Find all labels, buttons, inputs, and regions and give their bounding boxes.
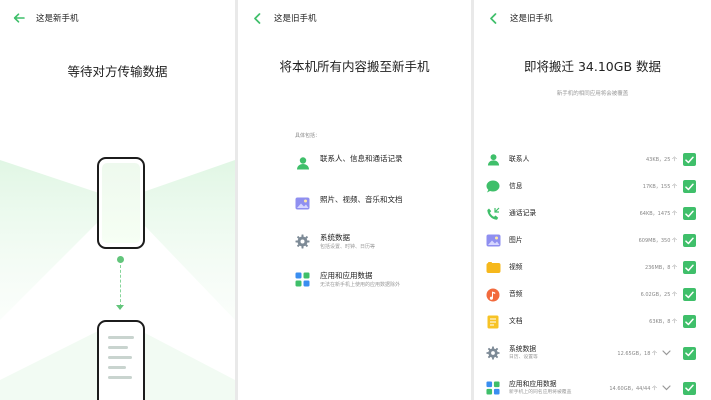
overwrite-notice: 新手机的相同应用将会被覆盖 bbox=[556, 91, 629, 97]
row-checkbox[interactable] bbox=[683, 346, 696, 360]
row-label: 系统数据 bbox=[509, 344, 537, 353]
item-title: 应用和应用数据 bbox=[320, 271, 373, 280]
screenshot-collage: 这是新手机 等待对方传输数据 这是旧手机 将本机所有内容搬至新手机 具体包括： … bbox=[0, 0, 711, 400]
transfer-row-apps[interactable]: 应用和应用数据 新手机上的同名应用将被覆盖 14.60GB，44/44 个 bbox=[474, 373, 711, 400]
content-item-media: 照片、视频、音乐和文档 bbox=[294, 195, 403, 212]
transfer-row-images[interactable]: 图片 609MB，350 个 bbox=[474, 227, 711, 254]
transfer-row-audio[interactable]: 音频 6.02GB，25 个 bbox=[474, 281, 711, 308]
top-bar: 这是新手机 bbox=[10, 8, 227, 28]
message-icon bbox=[485, 179, 501, 195]
row-size: 609MB，350 个 bbox=[638, 238, 677, 244]
old-phone-intro-screen: 这是旧手机 将本机所有内容搬至新手机 具体包括： 联系人、信息和通话记录 照片、… bbox=[238, 0, 471, 400]
arrow-down-icon bbox=[116, 305, 124, 310]
row-checkbox[interactable] bbox=[683, 288, 696, 301]
video-icon bbox=[485, 260, 501, 276]
row-checkbox[interactable] bbox=[683, 207, 696, 220]
item-title: 系统数据 bbox=[320, 233, 350, 242]
transfer-row-messages[interactable]: 信息 17KB，155 个 bbox=[474, 173, 711, 200]
row-sublabel: 日历、设置等 bbox=[509, 354, 538, 360]
row-label: 信息 bbox=[509, 182, 523, 190]
top-bar: 这是旧手机 bbox=[248, 8, 463, 28]
old-phone-illustration bbox=[97, 320, 145, 400]
music-icon bbox=[485, 287, 501, 303]
item-title: 照片、视频、音乐和文档 bbox=[320, 195, 403, 204]
row-label: 文档 bbox=[509, 317, 523, 325]
contains-label: 具体包括： bbox=[295, 133, 321, 139]
row-sublabel: 新手机上的同名应用将被覆盖 bbox=[509, 389, 572, 395]
row-label: 联系人 bbox=[509, 155, 530, 163]
row-checkbox[interactable] bbox=[683, 315, 696, 328]
transfer-row-video[interactable]: 视频 236MB，8 个 bbox=[474, 254, 711, 281]
transfer-row-documents[interactable]: 文档 63KB，8 个 bbox=[474, 308, 711, 335]
row-label: 视频 bbox=[509, 263, 523, 271]
move-all-heading: 将本机所有内容搬至新手机 bbox=[279, 59, 430, 74]
photo-icon bbox=[294, 195, 311, 212]
row-size: 17KB，155 个 bbox=[642, 184, 677, 190]
waiting-heading: 等待对方传输数据 bbox=[67, 64, 168, 79]
row-checkbox[interactable] bbox=[683, 234, 696, 247]
row-checkbox[interactable] bbox=[683, 261, 696, 274]
item-subtitle: 包括设置、时钟、日历等 bbox=[320, 244, 376, 250]
back-arrow-icon[interactable] bbox=[10, 9, 28, 27]
transfer-row-system-data[interactable]: 系统数据 日历、设置等 12.65GB，18 个 bbox=[474, 338, 711, 368]
item-subtitle: 无法在新手机上使用的应用数据除外 bbox=[320, 282, 401, 288]
row-label: 音频 bbox=[509, 290, 523, 298]
transfer-size-heading: 即将搬迁 34.10GB 数据 bbox=[524, 59, 661, 74]
settings-gear-icon bbox=[294, 233, 311, 250]
page-title: 这是旧手机 bbox=[274, 14, 317, 24]
transfer-dashed-line bbox=[120, 265, 121, 307]
old-phone-select-screen: 这是旧手机 即将搬迁 34.10GB 数据 新手机的相同应用将会被覆盖 联系人 … bbox=[474, 0, 711, 400]
new-phone-illustration bbox=[97, 157, 145, 249]
apps-grid-icon bbox=[294, 271, 311, 288]
item-title: 联系人、信息和通话记录 bbox=[320, 154, 403, 163]
page-title: 这是新手机 bbox=[36, 14, 79, 24]
chevron-down-icon[interactable] bbox=[661, 348, 671, 358]
row-label: 应用和应用数据 bbox=[509, 379, 557, 388]
row-label: 通话记录 bbox=[509, 209, 537, 217]
content-item-system: 系统数据 包括设置、时钟、日历等 bbox=[294, 233, 375, 252]
chevron-down-icon[interactable] bbox=[661, 383, 671, 393]
apps-grid-icon bbox=[485, 380, 501, 396]
row-label: 图片 bbox=[509, 236, 523, 244]
back-chevron-icon[interactable] bbox=[248, 9, 266, 27]
row-checkbox[interactable] bbox=[683, 180, 696, 193]
transfer-row-call-log[interactable]: 通话记录 64KB，1475 个 bbox=[474, 200, 711, 227]
row-size: 63KB，8 个 bbox=[649, 319, 677, 325]
row-checkbox[interactable] bbox=[683, 381, 696, 395]
settings-gear-icon bbox=[485, 345, 501, 361]
call-log-icon bbox=[485, 206, 501, 222]
row-checkbox[interactable] bbox=[683, 153, 696, 166]
row-size: 6.02GB，25 个 bbox=[640, 292, 677, 298]
row-size: 64KB，1475 个 bbox=[639, 211, 677, 217]
page-title: 这是旧手机 bbox=[510, 14, 553, 24]
back-chevron-icon[interactable] bbox=[484, 9, 502, 27]
transfer-dot bbox=[117, 256, 124, 263]
contacts-icon bbox=[485, 152, 501, 168]
row-size: 14.60GB，44/44 个 bbox=[609, 385, 657, 392]
content-item-contacts: 联系人、信息和通话记录 bbox=[294, 154, 403, 171]
new-phone-screen: 这是新手机 等待对方传输数据 bbox=[0, 0, 235, 400]
top-bar: 这是旧手机 bbox=[484, 8, 703, 28]
document-icon bbox=[485, 314, 501, 330]
row-size: 12.65GB，18 个 bbox=[617, 350, 657, 357]
row-size: 43KB，25 个 bbox=[645, 157, 677, 163]
transfer-row-contacts[interactable]: 联系人 43KB，25 个 bbox=[474, 146, 711, 173]
image-icon bbox=[485, 233, 501, 249]
contacts-icon bbox=[294, 154, 311, 171]
content-item-apps: 应用和应用数据 无法在新手机上使用的应用数据除外 bbox=[294, 271, 400, 290]
row-size: 236MB，8 个 bbox=[644, 265, 677, 271]
